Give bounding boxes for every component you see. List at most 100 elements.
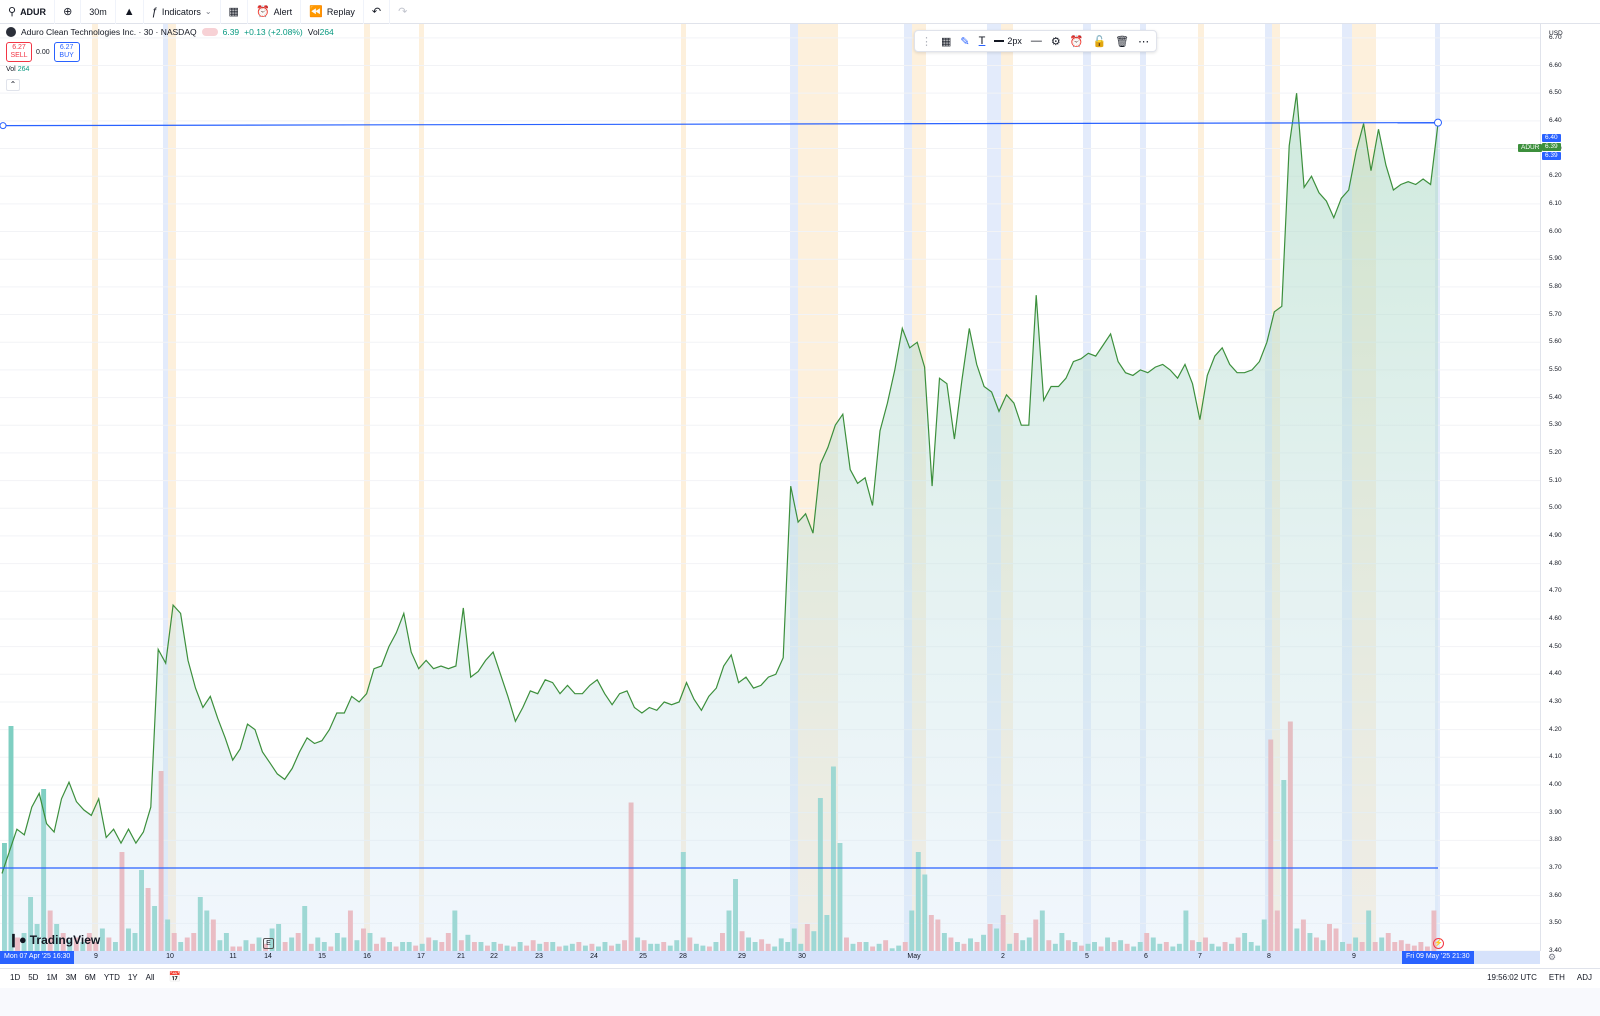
- add-alert-icon[interactable]: ⏰: [1070, 35, 1084, 48]
- price-tag-bottom: 6.39: [1542, 152, 1561, 160]
- price-tick-label: 5.70: [1549, 310, 1562, 318]
- volume-legend: Vol 264: [6, 66, 29, 73]
- sell-label: SELL: [10, 52, 28, 59]
- trade-buttons: 6.27 SELL 0.00 6.27 BUY: [6, 42, 80, 62]
- time-tick-label: 16: [363, 953, 371, 960]
- price-tick-label: 6.70: [1549, 33, 1562, 41]
- settings-icon[interactable]: ⚙: [1051, 35, 1061, 48]
- price-tick-label: 3.70: [1549, 863, 1562, 871]
- trash-icon[interactable]: 🗑: [1115, 35, 1129, 48]
- range-button-1y[interactable]: 1Y: [124, 973, 142, 982]
- collapse-legend-button[interactable]: ⌃: [6, 79, 20, 91]
- earnings-marker[interactable]: E: [263, 938, 274, 949]
- session-label[interactable]: ETH: [1549, 973, 1565, 982]
- price-tick-label: 4.80: [1549, 559, 1562, 567]
- range-button-5d[interactable]: 5D: [24, 973, 42, 982]
- price-tick-label: 4.40: [1549, 670, 1562, 678]
- line-width-button[interactable]: 2px: [994, 36, 1022, 46]
- time-tick-label: 29: [738, 953, 746, 960]
- undo-button[interactable]: ↶: [364, 0, 391, 24]
- price-chart[interactable]: [0, 24, 1540, 951]
- text-icon[interactable]: T: [979, 35, 986, 47]
- buy-button[interactable]: 6.27 BUY: [53, 42, 80, 62]
- symbol-logo-icon: [6, 27, 16, 37]
- goto-date-icon[interactable]: 📅: [169, 972, 181, 983]
- range-button-1d[interactable]: 1D: [6, 973, 24, 982]
- time-tick-label: 15: [318, 953, 326, 960]
- search-icon: ⚲: [8, 6, 17, 18]
- range-button-6m[interactable]: 6M: [81, 973, 100, 982]
- time-tick-label: 22: [490, 953, 498, 960]
- time-tick-label: 9: [1352, 953, 1356, 960]
- price-tick-label: 5.00: [1549, 504, 1562, 512]
- chart-type-button[interactable]: ▲: [116, 0, 144, 24]
- more-icon[interactable]: ⋯: [1138, 35, 1149, 48]
- indicators-icon: ƒ: [151, 5, 158, 18]
- range-button-1m[interactable]: 1M: [42, 973, 61, 982]
- compare-button[interactable]: ⊕: [55, 0, 82, 24]
- chart-legend: Aduro Clean Technologies Inc. · 30 · NAS…: [6, 27, 334, 37]
- time-tick-label: 30: [798, 953, 806, 960]
- time-axis[interactable]: 9 10 11 14 15 16 17 21 22 23 24 25 28 29 30 May 2 5 6 7 8 9: [0, 951, 1540, 964]
- price-axis[interactable]: USD 6.706.606.506.406.306.206.106.005.90…: [1540, 24, 1600, 954]
- range-selector: 1D 5D 1M 3M 6M YTD 1Y All: [0, 973, 159, 982]
- price-tick-label: 3.90: [1549, 808, 1562, 816]
- interval-button[interactable]: 30m: [81, 0, 116, 24]
- symbol-price-tag: ADUR: [1518, 144, 1543, 152]
- time-tick-label: 6: [1144, 953, 1148, 960]
- clock-label[interactable]: 19:56:02 UTC: [1487, 973, 1537, 982]
- legend-title: Aduro Clean Technologies Inc. · 30 · NAS…: [21, 27, 197, 37]
- buy-label: BUY: [59, 52, 74, 59]
- price-tag-top: 6.40: [1542, 134, 1561, 142]
- price-area: [2, 93, 1438, 951]
- indicators-button[interactable]: ƒ Indicators ⌄: [144, 0, 221, 24]
- redo-button[interactable]: ↷: [390, 0, 415, 24]
- price-tick-label: 5.90: [1549, 255, 1562, 263]
- price-tag-mid: 6.39: [1542, 143, 1561, 151]
- line-handle-left: [0, 122, 7, 130]
- adj-label[interactable]: ADJ: [1577, 973, 1592, 982]
- interval-label: 30m: [89, 6, 107, 17]
- bottom-panel: [0, 988, 1600, 1016]
- time-end-label: Fri 09 May '25 21:30: [1402, 951, 1474, 964]
- spread-value: 0.00: [36, 48, 50, 56]
- time-tick-label: 25: [639, 953, 647, 960]
- pencil-icon[interactable]: ✎: [960, 35, 969, 48]
- line-style-icon[interactable]: —: [1031, 35, 1042, 47]
- range-button-all[interactable]: All: [142, 973, 159, 982]
- alert-button[interactable]: ⏰ Alert: [248, 0, 302, 24]
- time-tick-label: 9: [94, 953, 98, 960]
- time-tick-label: 11: [229, 953, 237, 960]
- volume-legend-value: 264: [17, 66, 30, 73]
- lightning-icon[interactable]: ⚡: [1433, 938, 1444, 949]
- legend-vol-value: 264: [319, 27, 334, 37]
- chevron-down-icon: ⌄: [204, 7, 212, 16]
- price-tick-label: 4.70: [1549, 587, 1562, 595]
- templates-button[interactable]: ▦: [221, 0, 248, 24]
- price-tick-label: 4.10: [1549, 753, 1562, 761]
- volume-legend-label: Vol: [6, 66, 16, 73]
- tv-logo-text: TradingView: [29, 933, 101, 947]
- symbol-search[interactable]: ⚲ ADUR: [0, 0, 56, 24]
- sell-button[interactable]: 6.27 SELL: [6, 42, 32, 62]
- price-tick-label: 6.40: [1549, 116, 1562, 124]
- rewind-icon: ⏪: [309, 6, 323, 18]
- lock-icon[interactable]: 🔓: [1092, 35, 1106, 48]
- price-tick-label: 5.20: [1549, 448, 1562, 456]
- price-tick-label: 4.50: [1549, 642, 1562, 650]
- range-button-ytd[interactable]: YTD: [100, 973, 124, 982]
- tradingview-logo[interactable]: ❙● TradingView: [8, 932, 100, 948]
- market-status-pill[interactable]: [201, 28, 218, 36]
- price-tick-label: 5.50: [1549, 365, 1562, 373]
- undo-icon: ↶: [371, 6, 382, 18]
- replay-button[interactable]: ⏪ Replay: [301, 0, 364, 24]
- time-tick-label: 5: [1085, 953, 1089, 960]
- price-tick-label: 3.60: [1549, 891, 1562, 899]
- templates-icon[interactable]: ▦: [941, 35, 951, 48]
- line-width-icon: [994, 40, 1005, 42]
- axis-settings-icon[interactable]: ⚙: [1548, 952, 1556, 963]
- drag-handle-icon[interactable]: ⋮: [921, 35, 932, 48]
- range-button-3m[interactable]: 3M: [62, 973, 81, 982]
- price-tick-label: 5.40: [1549, 393, 1562, 401]
- price-tick-label: 6.00: [1549, 227, 1562, 235]
